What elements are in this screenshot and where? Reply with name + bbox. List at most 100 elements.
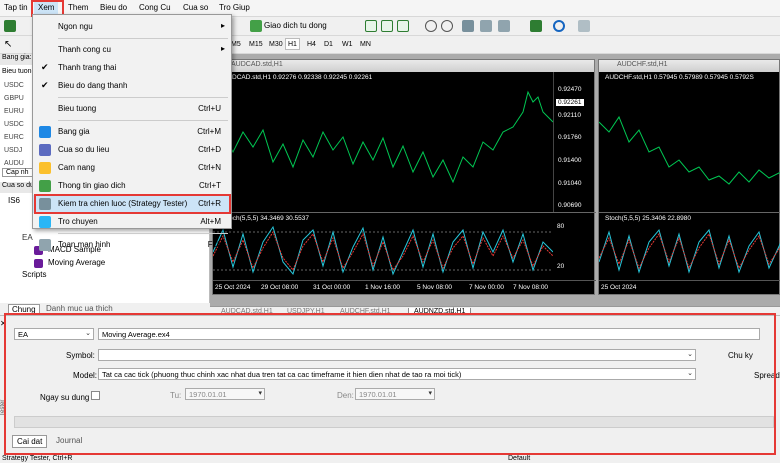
view-menu-item[interactable]: Bang gia Ctrl+M <box>33 123 231 141</box>
pane-divider <box>213 212 596 213</box>
menu-item-shortcut: Ctrl+U <box>198 104 221 113</box>
view-menu-dropdown: Ngon ngu ▸ Thanh cong cu ▸ ✔ Thanh trang thai… <box>32 14 232 251</box>
new-chart-icon[interactable] <box>4 20 16 32</box>
market-watch-tab[interactable]: Cap nh <box>2 168 33 177</box>
osc-level-label: 80 <box>557 223 565 230</box>
price-label: 0.91760 <box>558 134 582 141</box>
menu-file[interactable]: Tap tin <box>4 3 28 12</box>
view-menu-item[interactable]: Toan man hinh F11 <box>33 236 231 254</box>
date-label: 25 Oct 2024 <box>601 284 637 291</box>
nav-expert-moving-average[interactable]: Moving Average <box>48 258 105 267</box>
autotrade-icon[interactable] <box>250 20 262 32</box>
menu-item-label: Bieu tuong <box>58 104 97 113</box>
tf-mn[interactable]: MN <box>358 39 373 51</box>
bar-chart-icon[interactable] <box>365 20 377 32</box>
tf-h1[interactable]: H1 <box>285 38 300 50</box>
nav-experts-folder[interactable]: EA <box>22 233 33 242</box>
date-label: 1 Nov 16:00 <box>365 284 401 291</box>
zoom-in-icon[interactable] <box>425 20 437 32</box>
menu-insert[interactable]: Them <box>68 3 88 12</box>
chart-window-audcad[interactable]: AUDCAD.std,H1 AUDCAD.std,H1 0.92276 0.92… <box>212 59 596 295</box>
price-chart-svg <box>213 90 553 184</box>
pane-divider <box>599 212 780 213</box>
view-menu-item[interactable]: Bieu tuong Ctrl+U <box>33 100 231 118</box>
menu-item-shortcut: Alt+M <box>200 217 221 226</box>
line-chart-icon[interactable] <box>397 20 409 32</box>
time-axis: 25 Oct 2024 29 Oct 08:00 31 Oct 00:00 1 … <box>213 280 596 295</box>
nav-scripts[interactable]: Scripts <box>22 270 46 279</box>
fullscreen-icon <box>39 239 51 251</box>
menu-separator <box>58 38 228 39</box>
zoom-out-icon[interactable] <box>441 20 453 32</box>
menu-item-label: Bieu do dang thanh <box>58 81 128 90</box>
tf-d1[interactable]: D1 <box>322 39 335 51</box>
menu-item-highlight-box <box>34 194 231 214</box>
checkmark-icon: ✔ <box>41 80 49 90</box>
terminal-icon <box>39 180 51 192</box>
symbol-row[interactable]: EURC <box>4 134 24 141</box>
candles-icon[interactable] <box>381 20 393 32</box>
date-label: 29 Oct 08:00 <box>261 284 299 291</box>
nav-account[interactable]: IS6 <box>8 196 20 205</box>
tester-highlight-box <box>4 313 776 455</box>
status-text: Strategy Tester, Ctrl+R <box>2 455 73 462</box>
chart-title-bar: AUDCAD.std,H1 <box>213 60 594 72</box>
view-menu-item[interactable]: Cam nang Ctrl+N <box>33 159 231 177</box>
menu-item-label: Ngon ngu <box>58 22 93 31</box>
menu-charts[interactable]: Bieu do <box>100 3 127 12</box>
periods-icon[interactable] <box>553 20 565 32</box>
symbol-row[interactable]: EURU <box>4 108 24 115</box>
stochastic-svg <box>213 225 553 276</box>
status-bar: Strategy Tester, Ctrl+R Default <box>0 455 780 463</box>
menu-item-shortcut: Ctrl+T <box>199 181 221 190</box>
chart-shift-icon[interactable] <box>498 20 510 32</box>
symbol-row[interactable]: USDJ <box>4 147 22 154</box>
autotrade-button[interactable]: Giao dich tu dong <box>264 21 327 30</box>
autoscroll-icon[interactable] <box>480 20 492 32</box>
menu-item-label: Bang gia <box>58 127 90 136</box>
time-axis: 25 Oct 2024 <box>599 280 780 295</box>
symbol-row[interactable]: AUDU <box>4 160 24 167</box>
price-current: 0.92261 <box>556 99 584 106</box>
menu-separator <box>58 97 228 98</box>
menu-item-label: Thanh cong cu <box>58 45 111 54</box>
tf-m15[interactable]: M15 <box>247 39 265 51</box>
date-label: 5 Nov 08:00 <box>417 284 453 291</box>
stochastic-svg <box>599 228 780 274</box>
date-label: 7 Nov 00:00 <box>469 284 505 291</box>
tf-w1[interactable]: W1 <box>340 39 355 51</box>
tab-favorites[interactable]: Danh muc ua thich <box>46 304 113 313</box>
chart-area: AUDCAD.std,H1 AUDCAD.std,H1 0.92276 0.92… <box>210 54 780 308</box>
cursor-icon[interactable]: ↖ <box>4 39 16 51</box>
view-menu-item[interactable]: ✔ Thanh trang thai <box>33 59 231 77</box>
symbol-row[interactable]: GBPU <box>4 95 24 102</box>
view-menu-item[interactable]: ✔ Bieu do dang thanh <box>33 77 231 95</box>
symbol-row[interactable]: USDC <box>4 82 24 89</box>
symbol-row[interactable]: USDC <box>4 121 24 128</box>
view-menu-item[interactable]: Ngon ngu ▸ <box>33 18 231 36</box>
price-label: 0.91400 <box>558 157 582 164</box>
templates-icon[interactable] <box>578 20 590 32</box>
submenu-arrow-icon: ▸ <box>220 44 225 53</box>
view-menu-item[interactable]: Thong tin giao dich Ctrl+T <box>33 177 231 195</box>
tf-m30[interactable]: M30 <box>267 39 285 51</box>
view-menu-item[interactable]: Thanh cong cu ▸ <box>33 41 231 59</box>
view-menu-item[interactable]: Cua so du lieu Ctrl+D <box>33 141 231 159</box>
chart-window-audchf[interactable]: AUDCHF.std,H1 AUDCHF.std,H1 0.57945 0.57… <box>598 59 780 295</box>
menu-tools[interactable]: Cong Cu <box>139 3 171 12</box>
price-label: 0.92110 <box>558 112 582 119</box>
view-menu-item[interactable]: Tro chuyen Alt+M <box>33 213 231 231</box>
menu-separator <box>58 233 228 234</box>
market-watch-icon <box>39 126 51 138</box>
price-label: 0.91040 <box>558 180 582 187</box>
tile-windows-icon[interactable] <box>462 20 474 32</box>
menu-window[interactable]: Cua so <box>183 3 208 12</box>
indicators-icon[interactable] <box>530 20 542 32</box>
navigator-icon <box>39 162 51 174</box>
menu-item-label: Thong tin giao dich <box>58 181 126 190</box>
chart-title: AUDCHF.std,H1 <box>617 61 668 68</box>
menu-item-label: Cua so du lieu <box>58 145 110 154</box>
menu-help[interactable]: Tro Giup <box>219 3 250 12</box>
tf-h4[interactable]: H4 <box>305 39 318 51</box>
price-label: 0.92470 <box>558 86 582 93</box>
